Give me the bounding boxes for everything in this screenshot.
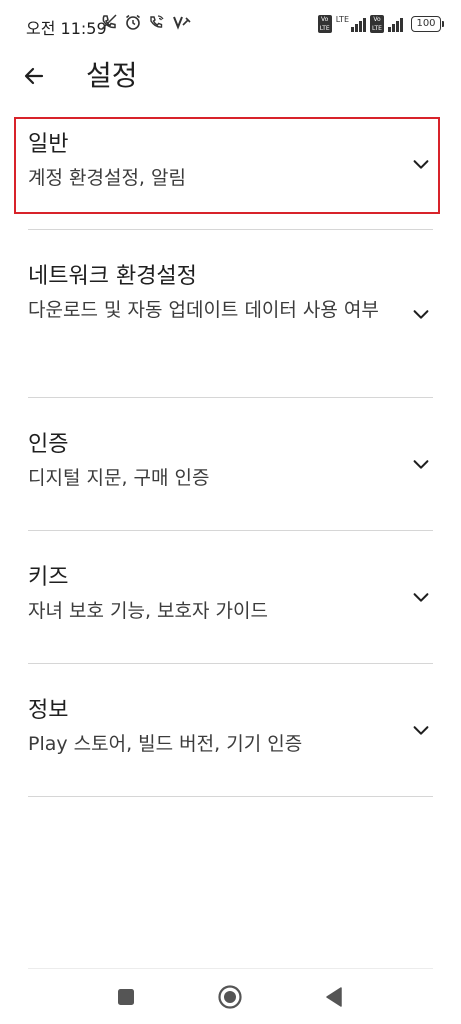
signal-strength-icon: [351, 16, 366, 32]
triangle-icon: [326, 987, 342, 1007]
section-title: 키즈: [28, 565, 69, 590]
chevron-down-icon[interactable]: [409, 718, 433, 742]
section-subtitle: 다운로드 및 자동 업데이트 데이터 사용 여부: [28, 299, 379, 321]
lte-label: LTE: [335, 15, 349, 24]
vpn-key-icon: [173, 16, 191, 30]
nav-back-button[interactable]: [319, 982, 349, 1012]
section-subtitle: 자녀 보호 기능, 보호자 가이드: [28, 600, 268, 622]
chevron-down-icon[interactable]: [409, 302, 433, 326]
divider: [28, 796, 433, 797]
section-authentication[interactable]: 인증 디지털 지문, 구매 인증: [28, 430, 433, 496]
arrow-left-icon: [24, 67, 44, 85]
volte-icon: Vo LTE: [317, 15, 332, 33]
recent-apps-button[interactable]: [111, 982, 141, 1012]
section-subtitle: 계정 환경설정, 알림: [28, 167, 186, 189]
circle-icon: [218, 985, 242, 1009]
section-about[interactable]: 정보 Play 스토어, 빌드 버전, 기기 인증: [28, 696, 433, 762]
section-subtitle: Play 스토어, 빌드 버전, 기기 인증: [28, 733, 303, 755]
square-icon: [118, 989, 134, 1005]
divider: [28, 530, 433, 531]
back-button[interactable]: [14, 56, 54, 96]
status-bar: 오전 11:59 Vo LTE LTE Vo LTE 100: [0, 0, 461, 50]
app-bar: 설정: [0, 50, 461, 106]
page-title: 설정: [86, 59, 138, 92]
section-title: 네트워크 환경설정: [28, 264, 197, 289]
alarm-icon: [126, 14, 140, 30]
wifi-call-icon: [150, 15, 164, 28]
status-time: 오전 11:59: [26, 19, 107, 38]
phone-off-icon: [101, 14, 117, 30]
status-notification-icons: [100, 13, 192, 31]
section-title: 일반: [28, 132, 69, 157]
home-button[interactable]: [215, 982, 245, 1012]
system-nav-bar: [0, 970, 461, 1024]
signal-strength-icon-2: [388, 16, 403, 32]
divider: [28, 229, 433, 230]
divider: [28, 663, 433, 664]
nav-divider: [28, 968, 433, 969]
chevron-down-icon[interactable]: [409, 452, 433, 476]
section-kids[interactable]: 키즈 자녀 보호 기능, 보호자 가이드: [28, 563, 433, 629]
chevron-down-icon[interactable]: [409, 585, 433, 609]
section-network[interactable]: 네트워크 환경설정 다운로드 및 자동 업데이트 데이터 사용 여부: [28, 262, 433, 328]
chevron-down-icon[interactable]: [409, 152, 433, 176]
section-subtitle: 디지털 지문, 구매 인증: [28, 467, 210, 489]
section-title: 인증: [28, 432, 69, 457]
volte-icon-2: Vo LTE: [370, 15, 384, 33]
battery-indicator: 100: [411, 16, 444, 32]
divider: [28, 397, 433, 398]
section-title: 정보: [28, 698, 69, 723]
section-general[interactable]: 일반 계정 환경설정, 알림: [28, 130, 433, 196]
status-system-icons: Vo LTE LTE Vo LTE 100: [317, 15, 444, 33]
